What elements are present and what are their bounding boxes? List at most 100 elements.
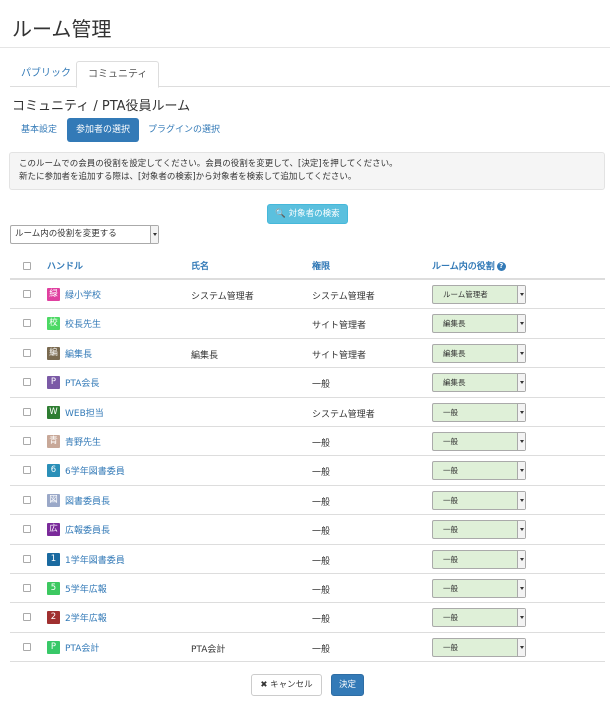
avatar: 2 bbox=[47, 611, 60, 625]
bulk-role-select[interactable]: ルーム内の役割を変更する bbox=[10, 225, 159, 244]
step-basic-settings[interactable]: 基本設定 bbox=[12, 118, 66, 142]
row-checkbox[interactable] bbox=[23, 642, 31, 651]
row-checkbox[interactable] bbox=[23, 290, 31, 298]
column-header-room-role: ルーム内の役割? bbox=[432, 259, 506, 272]
room-role-select[interactable]: 一般 bbox=[432, 608, 526, 628]
user-handle-link[interactable]: 校校長先生 bbox=[47, 316, 101, 331]
user-handle-link[interactable]: 編編集長 bbox=[47, 346, 92, 361]
user-permission: システム管理者 bbox=[312, 409, 375, 420]
search-participants-button[interactable]: 🔍 対象者の検索 bbox=[267, 204, 348, 224]
column-header-handle[interactable]: ハンドル bbox=[47, 259, 83, 272]
row-checkbox[interactable] bbox=[23, 319, 31, 328]
user-handle: 青野先生 bbox=[65, 437, 102, 448]
row-checkbox[interactable] bbox=[23, 436, 31, 445]
chevron-down-icon bbox=[517, 344, 525, 362]
room-role-select[interactable]: 一般 bbox=[432, 490, 526, 510]
row-checkbox[interactable] bbox=[23, 583, 31, 592]
column-header-name[interactable]: 氏名 bbox=[191, 259, 209, 272]
search-icon: 🔍 bbox=[275, 209, 286, 219]
room-role-value: 一般 bbox=[443, 525, 458, 535]
room-role-select[interactable]: 編集長 bbox=[432, 343, 526, 363]
user-handle: 緑小学校 bbox=[65, 291, 102, 301]
row-checkbox[interactable] bbox=[23, 407, 31, 416]
room-role-value: 一般 bbox=[443, 554, 458, 564]
select-all-checkbox[interactable] bbox=[23, 262, 31, 270]
step-select-participants[interactable]: 参加者の選択 bbox=[67, 118, 140, 142]
table-body: 緑緑小学校 システム管理者 システム管理者 ルーム管理者校校長先生 サイト管理者 編集長編… bbox=[10, 280, 605, 663]
room-role-select[interactable]: ルーム管理者 bbox=[432, 285, 526, 304]
user-handle-link[interactable]: 広広報委員長 bbox=[47, 522, 110, 537]
user-handle-link[interactable]: 図図書委員長 bbox=[47, 493, 110, 508]
table-row: 5 5学年広報 一般 一般 bbox=[10, 574, 605, 604]
room-role-select[interactable]: 一般 bbox=[432, 402, 526, 422]
user-handle: PTA会計 bbox=[65, 643, 100, 654]
table-row: 編編集長 編集長 サイト管理者 編集長 bbox=[10, 339, 605, 369]
row-checkbox[interactable] bbox=[23, 613, 31, 622]
user-permission: 一般 bbox=[312, 644, 331, 655]
chevron-down-icon bbox=[150, 226, 158, 243]
step-select-plugins[interactable]: プラグインの選択 bbox=[139, 118, 229, 142]
room-role-value: 一般 bbox=[443, 642, 458, 652]
room-role-select[interactable]: 一般 bbox=[432, 520, 526, 540]
table-row: 6 6学年図書委員 一般 一般 bbox=[10, 456, 605, 486]
room-role-select[interactable]: 一般 bbox=[432, 461, 526, 481]
room-role-select[interactable]: 編集長 bbox=[432, 314, 526, 334]
room-role-value: 一般 bbox=[443, 613, 458, 623]
room-role-select[interactable]: 一般 bbox=[432, 549, 526, 569]
tab-community[interactable]: コミュニティ bbox=[76, 61, 160, 88]
chevron-down-icon bbox=[517, 609, 525, 627]
chevron-down-icon bbox=[517, 462, 525, 480]
room-role-select[interactable]: 編集長 bbox=[432, 373, 526, 393]
row-checkbox[interactable] bbox=[23, 378, 31, 387]
room-role-value: 一般 bbox=[443, 436, 458, 446]
chevron-down-icon bbox=[517, 550, 525, 568]
user-permission: 一般 bbox=[312, 585, 331, 596]
user-handle-link[interactable]: 2 2学年広報 bbox=[47, 610, 107, 625]
room-role-value: 一般 bbox=[443, 407, 458, 417]
room-role-select[interactable]: 一般 bbox=[432, 578, 526, 598]
table-row: 青青野先生 一般 一般 bbox=[10, 427, 605, 457]
chevron-down-icon bbox=[517, 315, 525, 333]
user-handle: 校長先生 bbox=[65, 320, 102, 331]
user-handle-link[interactable]: P PTA会計 bbox=[47, 640, 99, 655]
chevron-down-icon bbox=[517, 579, 525, 597]
user-handle: 図書委員長 bbox=[65, 496, 111, 507]
table-header: ハンドル 氏名 権限 ルーム内の役割? bbox=[10, 250, 605, 280]
avatar: P bbox=[47, 640, 60, 654]
row-checkbox[interactable] bbox=[23, 466, 31, 475]
close-icon: ✖ bbox=[260, 680, 268, 690]
table-row: P PTA会計 PTA会計 一般 一般 bbox=[10, 633, 605, 663]
submit-button[interactable]: 決定 bbox=[331, 674, 364, 696]
user-permission: 一般 bbox=[312, 380, 331, 391]
table-row: 2 2学年広報 一般 一般 bbox=[10, 603, 605, 633]
tab-public[interactable]: パブリック bbox=[10, 61, 82, 88]
help-icon[interactable]: ? bbox=[496, 262, 506, 271]
row-checkbox[interactable] bbox=[23, 525, 31, 534]
avatar: 編 bbox=[47, 346, 60, 360]
user-permission: 一般 bbox=[312, 468, 331, 479]
row-checkbox[interactable] bbox=[23, 554, 31, 563]
participants-table: ハンドル 氏名 権限 ルーム内の役割? 緑緑小学校 システム管理者 システム管理者ル… bbox=[10, 250, 605, 663]
user-handle-link[interactable]: 5 5学年広報 bbox=[47, 581, 107, 596]
room-role-value: ルーム管理者 bbox=[443, 290, 488, 299]
cancel-button[interactable]: ✖ キャンセル bbox=[251, 674, 322, 696]
user-handle-link[interactable]: 青青野先生 bbox=[47, 434, 101, 449]
user-handle-link[interactable]: W WEB担当 bbox=[47, 405, 104, 420]
row-checkbox[interactable] bbox=[23, 495, 31, 504]
chevron-down-icon bbox=[517, 638, 525, 656]
instruction-notice: このルームでの会員の役割を設定してください。会員の役割を変更して、[決定]を押し… bbox=[9, 152, 605, 190]
user-permission: 一般 bbox=[312, 527, 331, 538]
user-handle-link[interactable]: 6 6学年図書委員 bbox=[47, 463, 125, 478]
user-handle-link[interactable]: 1 1学年図書委員 bbox=[47, 552, 125, 567]
table-row: 図図書委員長 一般 一般 bbox=[10, 486, 605, 516]
column-header-permission[interactable]: 権限 bbox=[312, 259, 330, 272]
room-role-select[interactable]: 一般 bbox=[432, 431, 526, 451]
row-checkbox[interactable] bbox=[23, 348, 31, 357]
chevron-down-icon bbox=[517, 403, 525, 421]
room-role-value: 編集長 bbox=[443, 319, 466, 329]
user-handle-link[interactable]: P PTA会長 bbox=[47, 375, 99, 390]
room-role-select[interactable]: 一般 bbox=[432, 637, 526, 657]
table-row: 1 1学年図書委員 一般 一般 bbox=[10, 545, 605, 574]
user-handle: 1学年図書委員 bbox=[65, 555, 125, 566]
user-handle-link[interactable]: 緑緑小学校 bbox=[47, 287, 101, 302]
